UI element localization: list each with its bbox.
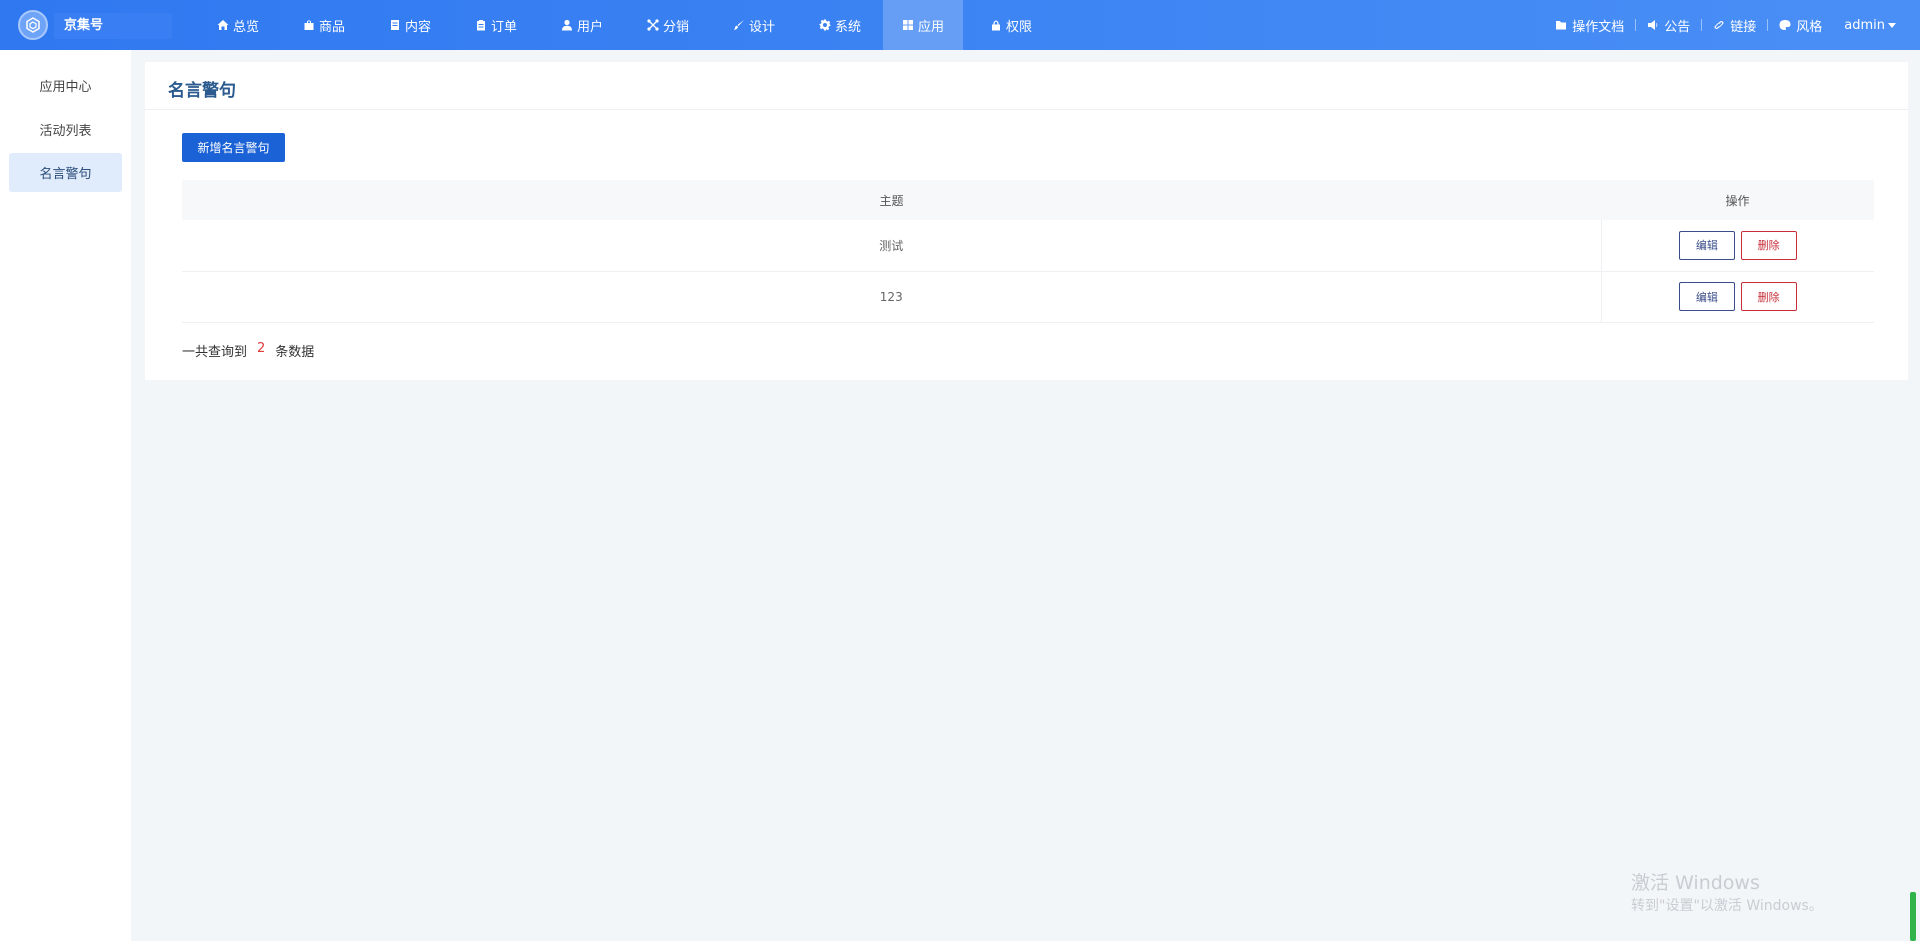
nav-item-overview[interactable]: 总览	[195, 0, 281, 50]
table-header-row: 主题 操作	[182, 180, 1874, 220]
nav-item-permissions[interactable]: 权限	[963, 0, 1059, 50]
nav-item-content[interactable]: 内容	[367, 0, 453, 50]
column-header-subject: 主题	[879, 193, 904, 208]
style-label: 风格	[1796, 19, 1823, 35]
nav-label: 订单	[490, 19, 517, 35]
sidebar-item-app-center[interactable]: 应用中心	[9, 66, 122, 105]
add-quote-button[interactable]: 新增名言警句	[182, 133, 285, 162]
content-panel: 名言警句 新增名言警句 主题 操作 测试 编辑 删除 123 编辑 删除 一共查…	[145, 62, 1908, 380]
title-divider	[145, 109, 1908, 110]
username: admin	[1844, 17, 1885, 33]
logo[interactable]	[18, 10, 48, 40]
lock-icon	[991, 20, 1000, 31]
subject-cell: 测试	[879, 238, 904, 253]
folder-icon	[1556, 21, 1567, 30]
nav-item-system[interactable]: 系统	[797, 0, 883, 50]
delete-button[interactable]: 删除	[1740, 282, 1797, 311]
sidebar-item-activity-list[interactable]: 活动列表	[9, 110, 122, 149]
nav-item-users[interactable]: 用户	[539, 0, 625, 50]
brush-icon	[733, 20, 744, 30]
link-link[interactable]: 链接	[1713, 16, 1756, 35]
user-icon	[561, 19, 572, 31]
nav-label: 内容	[404, 19, 431, 35]
nav-label: 应用	[917, 19, 944, 35]
main-nav: 总览 商品 内容 订单 用户 分销 设计 系统 应用 权限	[195, 0, 1059, 50]
nav-item-apps[interactable]: 应用	[883, 0, 963, 50]
count-prefix: 一共查询到	[182, 345, 248, 360]
nav-label: 权限	[1005, 19, 1032, 35]
document-icon	[390, 20, 399, 30]
result-count: 一共查询到 2 条数据	[182, 341, 314, 360]
nav-item-design[interactable]: 设计	[711, 0, 797, 50]
docs-label: 操作文档	[1572, 19, 1625, 35]
share-icon	[647, 19, 659, 31]
actions-cell: 编辑 删除	[1600, 271, 1874, 322]
edit-button[interactable]: 编辑	[1678, 282, 1735, 311]
menu-divider	[1635, 19, 1637, 31]
top-navigation-bar: 京集号 总览 商品 内容 订单 用户 分销 设计 系统 应用 权限 操作文档 公…	[0, 0, 1920, 50]
grid-icon	[902, 20, 913, 30]
nav-label: 总览	[232, 19, 259, 35]
nav-label: 商品	[318, 19, 345, 35]
nav-label: 分销	[662, 19, 689, 35]
notice-link[interactable]: 公告	[1647, 16, 1690, 35]
nav-label: 系统	[834, 19, 861, 35]
gear-icon	[819, 19, 831, 31]
subject-cell: 123	[879, 289, 903, 304]
notice-label: 公告	[1664, 19, 1691, 35]
brand-name: 京集号	[54, 13, 172, 39]
delete-button[interactable]: 删除	[1740, 230, 1797, 260]
home-icon	[217, 20, 229, 30]
sidebar-item-quotes[interactable]: 名言警句	[9, 153, 122, 192]
nav-label: 设计	[748, 19, 775, 35]
column-header-actions: 操作	[1725, 193, 1750, 208]
docs-link[interactable]: 操作文档	[1555, 16, 1624, 35]
caret-down-icon	[1888, 22, 1896, 28]
link-label: 链接	[1730, 19, 1757, 35]
nav-item-orders[interactable]: 订单	[453, 0, 539, 50]
menu-divider	[1767, 19, 1769, 31]
actions-cell: 编辑 删除	[1600, 220, 1874, 271]
bag-icon	[304, 20, 314, 30]
speaker-icon	[1648, 20, 1658, 30]
activation-watermark-title: 激活 Windows	[1631, 872, 1760, 894]
clipboard-icon	[476, 20, 485, 31]
chain-link-icon	[1714, 20, 1724, 30]
user-menu[interactable]: admin	[1844, 18, 1896, 33]
page-title: 名言警句	[168, 81, 236, 101]
activation-watermark-subtitle: 转到"设置"以激活 Windows。	[1631, 898, 1823, 914]
nav-item-distribution[interactable]: 分销	[625, 0, 711, 50]
style-link[interactable]: 风格	[1779, 16, 1822, 35]
table-row: 123 编辑 删除	[182, 271, 1874, 322]
edit-button[interactable]: 编辑	[1678, 230, 1735, 260]
palette-icon	[1779, 20, 1791, 30]
count-number: 2	[257, 341, 266, 356]
top-right-menu: 操作文档 公告 链接 风格 admin	[1555, 0, 1896, 50]
count-suffix: 条数据	[275, 345, 315, 360]
menu-divider	[1701, 19, 1703, 31]
scroll-indicator	[1910, 892, 1916, 941]
quotes-table: 主题 操作 测试 编辑 删除 123 编辑 删除	[182, 180, 1874, 323]
cube-logo-icon	[26, 17, 40, 33]
table-row: 测试 编辑 删除	[182, 220, 1874, 271]
nav-item-products[interactable]: 商品	[281, 0, 367, 50]
nav-label: 用户	[576, 19, 603, 35]
sidebar: 应用中心 活动列表 名言警句	[0, 50, 131, 941]
